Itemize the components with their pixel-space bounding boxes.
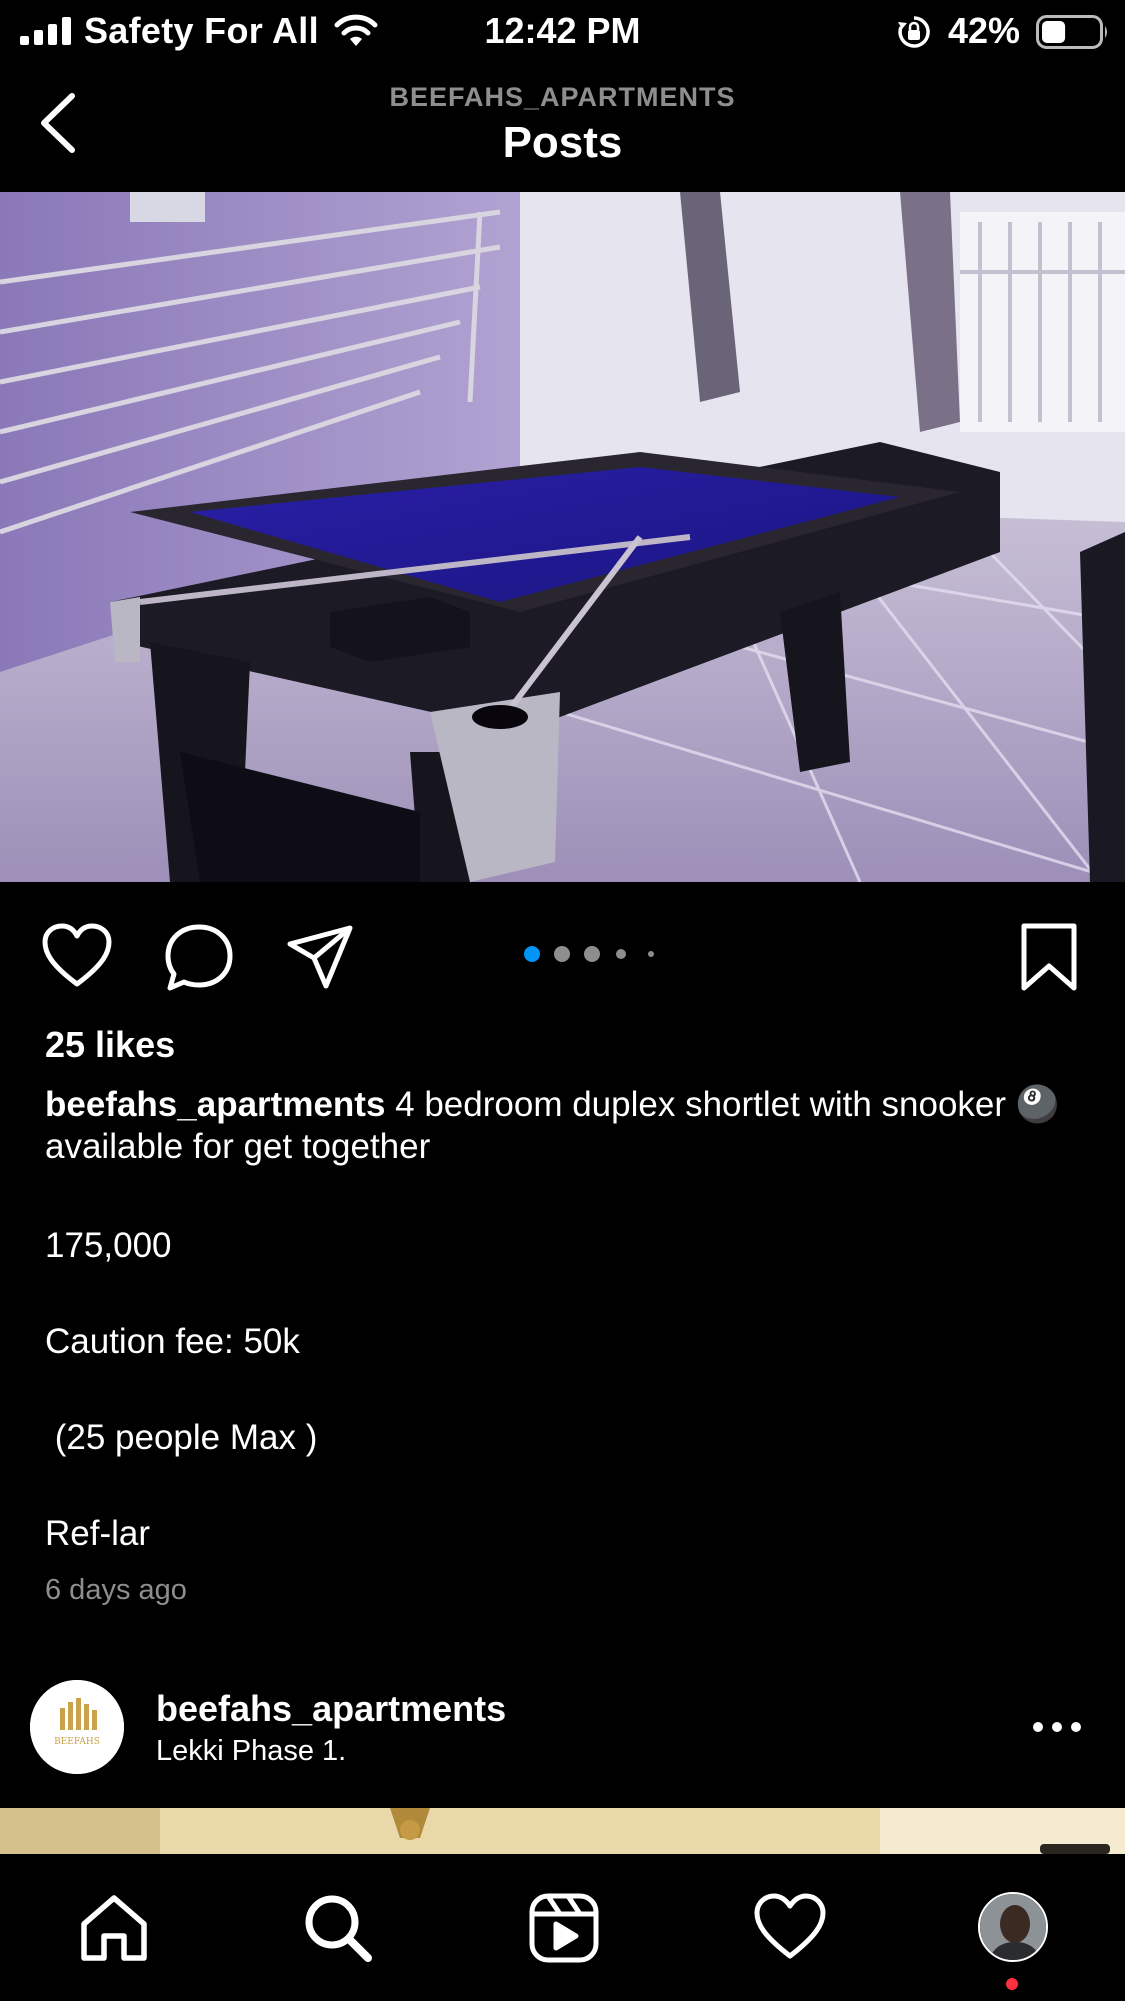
carousel-dot bbox=[524, 946, 540, 962]
share-button[interactable] bbox=[284, 922, 358, 992]
share-icon bbox=[287, 925, 353, 989]
post-caption: beefahs_apartments 4 bedroom duplex shor… bbox=[45, 1084, 1085, 1168]
more-options-button[interactable] bbox=[1030, 1714, 1084, 1740]
home-icon bbox=[81, 1895, 147, 1961]
next-post-location[interactable]: Lekki Phase 1. bbox=[156, 1735, 346, 1768]
tab-home[interactable] bbox=[76, 1890, 152, 1966]
caption-caution-fee: Caution fee: 50k bbox=[45, 1322, 300, 1361]
caption-capacity: (25 people Max ) bbox=[45, 1418, 318, 1457]
post-photo[interactable] bbox=[0, 192, 1125, 882]
next-post-photo-preview bbox=[0, 1808, 1125, 1854]
comment-button[interactable] bbox=[162, 922, 236, 992]
page-title: Posts bbox=[502, 118, 623, 167]
account-username: BEEFAHS_APARTMENTS bbox=[389, 82, 736, 112]
next-post-photo[interactable] bbox=[0, 1808, 1125, 1854]
notification-dot bbox=[1006, 1978, 1018, 1990]
carousel-dot bbox=[554, 946, 570, 962]
like-button[interactable] bbox=[40, 922, 114, 992]
carousel-dot bbox=[584, 946, 600, 962]
next-post-username[interactable]: beefahs_apartments bbox=[156, 1688, 506, 1730]
battery-percent: 42% bbox=[948, 10, 1021, 51]
reels-icon bbox=[529, 1893, 599, 1963]
more-horizontal-icon bbox=[1033, 1722, 1081, 1732]
caption-price: 175,000 bbox=[45, 1226, 172, 1265]
comment-icon bbox=[165, 924, 233, 991]
caption-username[interactable]: beefahs_apartments bbox=[45, 1085, 385, 1124]
status-bar: Safety For All 12:42 PM 42% bbox=[0, 0, 1125, 62]
carousel-dot bbox=[616, 949, 626, 959]
tab-activity[interactable] bbox=[752, 1890, 828, 1966]
search-icon bbox=[305, 1895, 372, 1962]
tab-search[interactable] bbox=[300, 1890, 376, 1966]
tab-profile[interactable] bbox=[978, 1892, 1048, 1962]
tab-reels[interactable] bbox=[526, 1890, 602, 1966]
bookmark-icon bbox=[1021, 923, 1077, 991]
caption-ref: Ref-lar bbox=[45, 1514, 151, 1553]
battery-icon bbox=[1036, 15, 1107, 49]
pool-table-photo bbox=[0, 192, 1125, 882]
activity-heart-icon bbox=[754, 1893, 826, 1959]
nav-header: BEEFAHS_APARTMENTS Posts bbox=[0, 62, 1125, 192]
bottom-tab-bar bbox=[0, 1854, 1125, 2001]
carousel-dot bbox=[648, 951, 654, 957]
post-timestamp: 6 days ago bbox=[45, 1574, 187, 1606]
likes-count[interactable]: 25 likes bbox=[45, 1024, 175, 1066]
rotation-lock-icon bbox=[898, 16, 930, 48]
avatar-logo-text: BEEFAHS bbox=[54, 1737, 100, 1747]
save-button[interactable] bbox=[1012, 922, 1086, 992]
heart-icon bbox=[42, 923, 112, 987]
profile-avatar-photo bbox=[980, 1894, 1046, 1960]
avatar[interactable]: BEEFAHS bbox=[30, 1680, 124, 1774]
beefahs-logo: BEEFAHS bbox=[30, 1680, 124, 1774]
